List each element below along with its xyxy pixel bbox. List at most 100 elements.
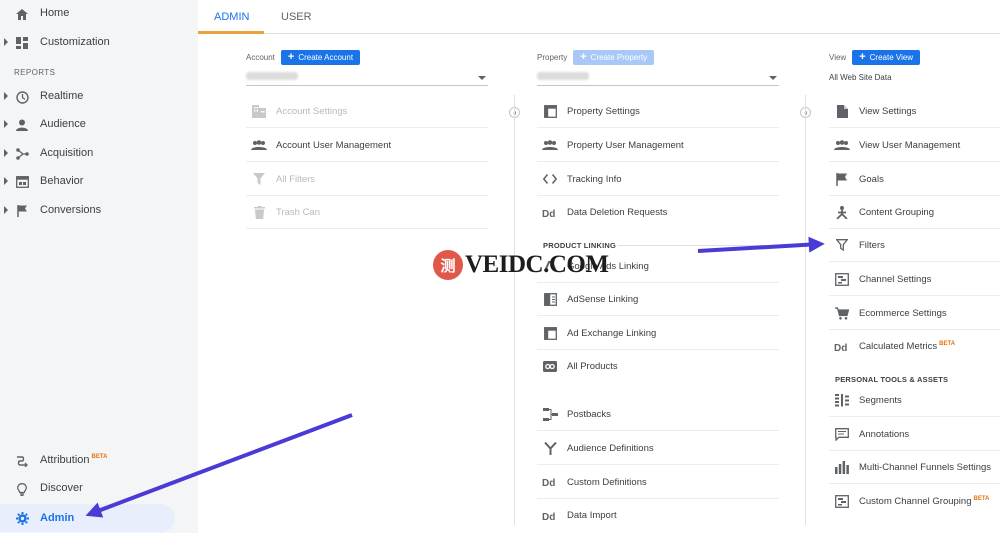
nav-behavior[interactable]: Behavior: [0, 171, 175, 193]
calculated-metrics-label: Calculated Metrics BETA: [859, 341, 955, 352]
expand-caret-icon: [4, 206, 8, 214]
data-deletion-requests-row[interactable]: Dd Data Deletion Requests: [537, 196, 779, 229]
svg-text:Dd: Dd: [834, 343, 847, 352]
flag-icon: [14, 203, 30, 219]
view-selector[interactable]: All Web Site Data: [829, 70, 1000, 86]
ad-exchange-linking-row[interactable]: Ad Exchange Linking: [537, 317, 779, 350]
code-brackets-icon: [542, 171, 558, 187]
personal-tools-heading: PERSONAL TOOLS & ASSETS: [835, 375, 949, 384]
segments-row[interactable]: Segments: [829, 384, 1000, 417]
content-grouping-label: Content Grouping: [859, 206, 934, 218]
goals-label: Goals: [859, 173, 884, 185]
property-user-management-row[interactable]: Property User Management: [537, 129, 779, 162]
product-linking-heading: PRODUCT LINKING: [543, 241, 616, 250]
audience-definitions-row[interactable]: Audience Definitions: [537, 432, 779, 465]
tracking-info-row[interactable]: Tracking Info: [537, 163, 779, 196]
multi-channel-funnels-row[interactable]: Multi-Channel Funnels Settings: [829, 451, 1000, 484]
account-user-management-row[interactable]: Account User Management: [246, 129, 488, 162]
plus-icon: +: [580, 51, 587, 63]
attribution-icon: [14, 453, 30, 469]
ecommerce-settings-row[interactable]: Ecommerce Settings: [829, 297, 1000, 330]
account-user-management-label: Account User Management: [276, 139, 392, 151]
nav-conversions[interactable]: Conversions: [0, 200, 175, 222]
audience-fork-icon: [542, 440, 558, 456]
multi-channel-funnels-label: Multi-Channel Funnels Settings: [859, 461, 992, 473]
property-header: Property + Create Property: [537, 49, 655, 65]
nav-behavior-label: Behavior: [40, 175, 84, 187]
property-settings-label: Property Settings: [567, 105, 640, 117]
content-grouping-row[interactable]: Content Grouping: [829, 196, 1000, 229]
nav-realtime[interactable]: Realtime: [0, 86, 175, 108]
document-icon: [834, 103, 850, 119]
shopping-cart-icon: [834, 305, 850, 321]
watermark-text: VEIDC.COM: [465, 251, 609, 278]
create-view-label: Create View: [869, 52, 914, 62]
nav-acquisition[interactable]: Acquisition: [0, 143, 175, 165]
beta-badge: BETA: [91, 454, 108, 461]
trash-can-row[interactable]: Trash Can: [246, 196, 488, 229]
people-icon: [542, 137, 558, 153]
dd-icon: Dd: [834, 339, 850, 355]
account-settings-row[interactable]: Account Settings: [246, 95, 488, 128]
segments-label: Segments: [859, 394, 902, 406]
audience-definitions-label: Audience Definitions: [567, 442, 654, 454]
column-divider: [514, 95, 515, 525]
create-view-button[interactable]: + Create View: [852, 49, 921, 65]
property-selector[interactable]: [537, 70, 779, 86]
data-import-row[interactable]: Dd Data Import: [537, 499, 779, 532]
nav-admin[interactable]: Admin: [0, 504, 175, 532]
create-property-button[interactable]: + Create Property: [573, 49, 655, 65]
channel-grouping-icon: [834, 494, 850, 510]
nav-home-label: Home: [40, 7, 70, 19]
svg-text:Dd: Dd: [542, 512, 555, 521]
expand-caret-icon: [4, 38, 8, 46]
expand-caret-icon: [4, 120, 8, 128]
create-account-label: Create Account: [298, 52, 354, 62]
create-account-button[interactable]: + Create Account: [280, 49, 361, 65]
all-products-row[interactable]: All Products: [537, 350, 779, 383]
tab-user[interactable]: USER: [281, 11, 312, 23]
goals-row[interactable]: Goals: [829, 163, 1000, 196]
nav-discover[interactable]: Discover: [0, 478, 175, 500]
account-selector[interactable]: [246, 70, 488, 86]
section-rule: [618, 245, 779, 246]
nav-customization[interactable]: Customization: [0, 32, 175, 54]
nav-home[interactable]: Home: [0, 3, 175, 25]
channel-settings-row[interactable]: Channel Settings: [829, 263, 1000, 296]
nav-discover-label: Discover: [40, 482, 83, 494]
property-settings-row[interactable]: Property Settings: [537, 95, 779, 128]
column-divider: [805, 95, 806, 525]
view-selected-value: All Web Site Data: [829, 73, 892, 82]
nav-attribution[interactable]: Attribution BETA: [0, 450, 175, 472]
nav-customization-label: Customization: [40, 36, 110, 48]
adsense-linking-row[interactable]: AdSense Linking: [537, 283, 779, 316]
ad-exchange-icon: [542, 325, 558, 341]
custom-definitions-label: Custom Definitions: [567, 476, 647, 488]
custom-definitions-row[interactable]: Dd Custom Definitions: [537, 466, 779, 499]
adsense-icon: [542, 291, 558, 307]
beta-badge: BETA: [939, 340, 956, 347]
clock-icon: [14, 89, 30, 105]
postbacks-row[interactable]: Postbacks: [537, 398, 779, 431]
create-property-label: Create Property: [590, 52, 648, 62]
account-label: Account: [246, 52, 275, 62]
view-settings-row[interactable]: View Settings: [829, 95, 1000, 128]
dashboard-grid-icon: [14, 35, 30, 51]
view-user-management-row[interactable]: View User Management: [829, 129, 1000, 162]
filters-row[interactable]: Filters: [829, 229, 1000, 262]
nav-audience[interactable]: Audience: [0, 114, 175, 136]
tab-admin[interactable]: ADMIN: [214, 11, 249, 23]
all-filters-row[interactable]: All Filters: [246, 163, 488, 196]
view-header: View + Create View: [829, 49, 921, 65]
nav-realtime-label: Realtime: [40, 90, 84, 102]
custom-channel-grouping-row[interactable]: Custom Channel Grouping BETA: [829, 485, 1000, 518]
calculated-metrics-row[interactable]: Dd Calculated Metrics BETA: [829, 330, 1000, 363]
nav-attribution-label: Attribution BETA: [40, 454, 107, 466]
watermark-logo: 测: [433, 250, 463, 280]
flag-icon: [834, 171, 850, 187]
annotations-row[interactable]: Annotations: [829, 418, 1000, 451]
data-deletion-requests-label: Data Deletion Requests: [567, 207, 668, 218]
lightbulb-icon: [14, 481, 30, 497]
plus-icon: +: [859, 51, 866, 63]
redacted-account-name: [246, 72, 298, 80]
